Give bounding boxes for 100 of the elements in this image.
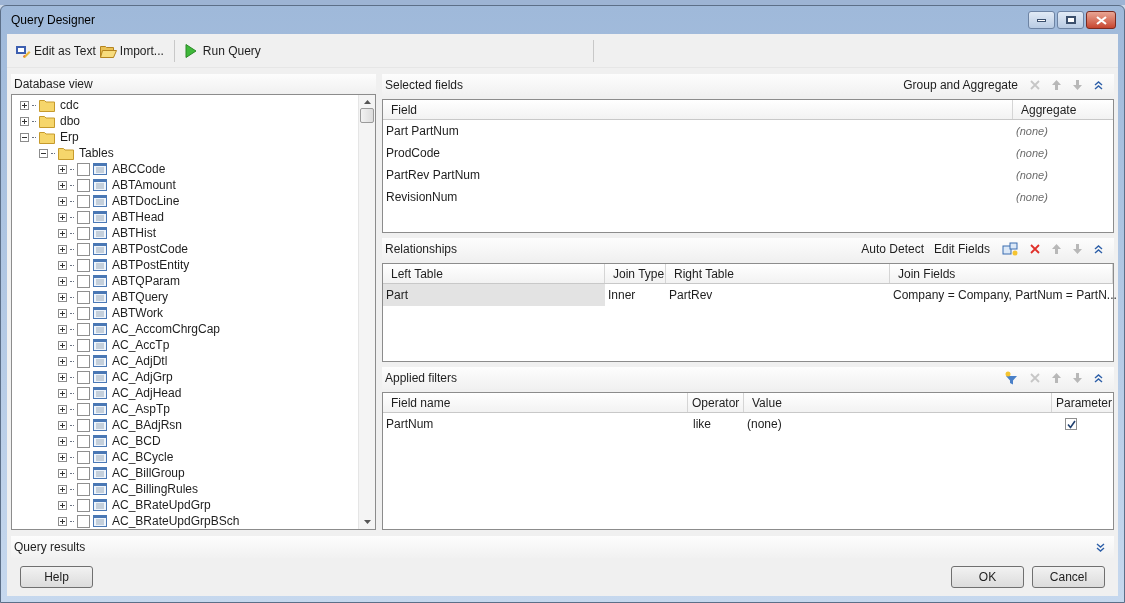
scroll-up-icon[interactable] bbox=[363, 100, 371, 104]
tree-item[interactable]: ABTHead bbox=[112, 208, 165, 226]
checkbox[interactable] bbox=[77, 498, 90, 512]
tree-item[interactable]: Tables bbox=[79, 144, 114, 162]
expand-icon[interactable] bbox=[58, 292, 67, 302]
expand-icon[interactable] bbox=[58, 404, 67, 414]
expand-icon[interactable] bbox=[58, 436, 67, 446]
column-header[interactable]: Parameter bbox=[1052, 393, 1113, 412]
checkbox[interactable] bbox=[77, 242, 90, 256]
expand-icon[interactable] bbox=[58, 260, 67, 270]
tree-item[interactable]: AC_BAdjRsn bbox=[112, 416, 183, 434]
expand-icon[interactable] bbox=[58, 452, 67, 462]
tree-item[interactable]: AC_AdjDtl bbox=[112, 352, 168, 370]
checkbox[interactable] bbox=[77, 194, 90, 208]
expand-icon[interactable] bbox=[58, 484, 67, 494]
expand-icon[interactable] bbox=[58, 196, 67, 206]
tree-item[interactable]: AC_BCycle bbox=[112, 448, 174, 466]
tree-item[interactable]: AC_BRateUpdGrp bbox=[112, 496, 211, 514]
maximize-button[interactable] bbox=[1057, 11, 1084, 29]
checkbox[interactable] bbox=[77, 450, 90, 464]
tree-item[interactable]: ABTPostEntity bbox=[112, 256, 190, 274]
column-header[interactable]: Join Type bbox=[605, 264, 666, 283]
tree-item[interactable]: AC_AdjHead bbox=[112, 384, 182, 402]
expand-icon[interactable] bbox=[58, 388, 67, 398]
checkbox[interactable] bbox=[77, 402, 90, 416]
close-button[interactable] bbox=[1086, 11, 1116, 29]
column-header[interactable]: Field name bbox=[383, 393, 688, 412]
scroll-down-icon[interactable] bbox=[363, 520, 371, 524]
tree-item[interactable]: AC_BillGroup bbox=[112, 464, 185, 482]
tree-item[interactable]: ABTQParam bbox=[112, 272, 180, 290]
expand-icon[interactable] bbox=[58, 324, 67, 334]
column-header[interactable]: Right Table bbox=[666, 264, 890, 283]
checkbox[interactable] bbox=[77, 322, 90, 336]
expand-icon[interactable] bbox=[58, 212, 67, 222]
tree-item[interactable]: AC_AspTp bbox=[112, 400, 171, 418]
add-relationship-icon[interactable] bbox=[1002, 242, 1018, 256]
column-header[interactable]: Join Fields bbox=[890, 264, 1113, 283]
group-and-aggregate-button[interactable]: Group and Aggregate bbox=[903, 76, 1018, 94]
tree-item[interactable]: AC_BillingRules bbox=[112, 480, 199, 498]
expand-icon[interactable] bbox=[58, 308, 67, 318]
expand-icon[interactable] bbox=[58, 468, 67, 478]
tree-item[interactable]: AC_BCD bbox=[112, 432, 161, 450]
tree-item[interactable]: cdc bbox=[60, 96, 79, 114]
checkbox[interactable] bbox=[77, 290, 90, 304]
expand-icon[interactable] bbox=[58, 244, 67, 254]
tree-item[interactable]: ABTWork bbox=[112, 304, 164, 322]
checkbox[interactable] bbox=[77, 434, 90, 448]
column-header[interactable]: Operator bbox=[688, 393, 744, 412]
tree-item[interactable]: AC_AccTp bbox=[112, 336, 170, 354]
tree-item[interactable]: AC_AdjGrp bbox=[112, 368, 173, 386]
scroll-thumb[interactable] bbox=[360, 108, 374, 123]
expand-icon[interactable] bbox=[58, 180, 67, 190]
column-header[interactable]: Aggregate bbox=[1013, 100, 1113, 119]
expand-icon[interactable] bbox=[58, 500, 67, 510]
checkbox[interactable] bbox=[77, 386, 90, 400]
toolbar-button[interactable]: Run Query bbox=[182, 39, 263, 62]
add-filter-icon[interactable] bbox=[1004, 371, 1018, 385]
panel-action-button[interactable]: Edit Fields bbox=[933, 240, 990, 258]
expand-icon[interactable] bbox=[58, 164, 67, 174]
expand-icon[interactable] bbox=[58, 372, 67, 382]
panel-action-button[interactable]: Auto Detect bbox=[861, 240, 924, 258]
collapse-panel-icon[interactable] bbox=[1094, 373, 1103, 383]
expand-icon[interactable] bbox=[58, 420, 67, 430]
checkbox[interactable] bbox=[77, 466, 90, 480]
checkbox[interactable] bbox=[77, 178, 90, 192]
column-header[interactable]: Field bbox=[383, 100, 1013, 119]
checkbox[interactable] bbox=[77, 482, 90, 496]
expand-icon[interactable] bbox=[58, 516, 67, 526]
checkbox[interactable] bbox=[77, 306, 90, 320]
checkbox[interactable] bbox=[77, 258, 90, 272]
tree-item[interactable]: ABTDocLine bbox=[112, 192, 180, 210]
checkbox[interactable] bbox=[77, 210, 90, 224]
tree-item[interactable]: AC_AccomChrgCap bbox=[112, 320, 221, 338]
checkbox[interactable] bbox=[77, 370, 90, 384]
expand-icon[interactable] bbox=[58, 276, 67, 286]
checkbox[interactable] bbox=[77, 514, 90, 528]
dialog-button[interactable]: Help bbox=[20, 566, 93, 588]
expand-icon[interactable] bbox=[20, 116, 29, 126]
collapse-icon[interactable] bbox=[20, 132, 29, 142]
tree-item[interactable]: ABCCode bbox=[112, 160, 166, 178]
checkbox[interactable] bbox=[77, 226, 90, 240]
tree-item[interactable]: Erp bbox=[60, 128, 79, 146]
column-header[interactable]: Left Table bbox=[383, 264, 605, 283]
checkbox[interactable] bbox=[77, 418, 90, 432]
checkbox[interactable] bbox=[77, 162, 90, 176]
expand-panel-icon[interactable] bbox=[1096, 542, 1105, 552]
collapse-icon[interactable] bbox=[39, 148, 48, 158]
collapse-panel-icon[interactable] bbox=[1094, 80, 1103, 90]
expand-icon[interactable] bbox=[58, 356, 67, 366]
minimize-button[interactable] bbox=[1028, 11, 1055, 29]
dialog-button[interactable]: OK bbox=[951, 566, 1024, 588]
column-header[interactable]: Value bbox=[744, 393, 1052, 412]
expand-icon[interactable] bbox=[58, 228, 67, 238]
tree-item[interactable]: ABTPostCode bbox=[112, 240, 189, 258]
tree-item[interactable]: AC_BRateUpdGrpBSch bbox=[112, 512, 240, 529]
parameter-checkbox[interactable] bbox=[1065, 418, 1077, 430]
tree-item[interactable]: ABTQuery bbox=[112, 288, 168, 306]
checkbox[interactable] bbox=[77, 274, 90, 288]
tree-item[interactable]: dbo bbox=[60, 112, 81, 130]
toolbar-button[interactable]: Edit as Text bbox=[13, 39, 98, 62]
